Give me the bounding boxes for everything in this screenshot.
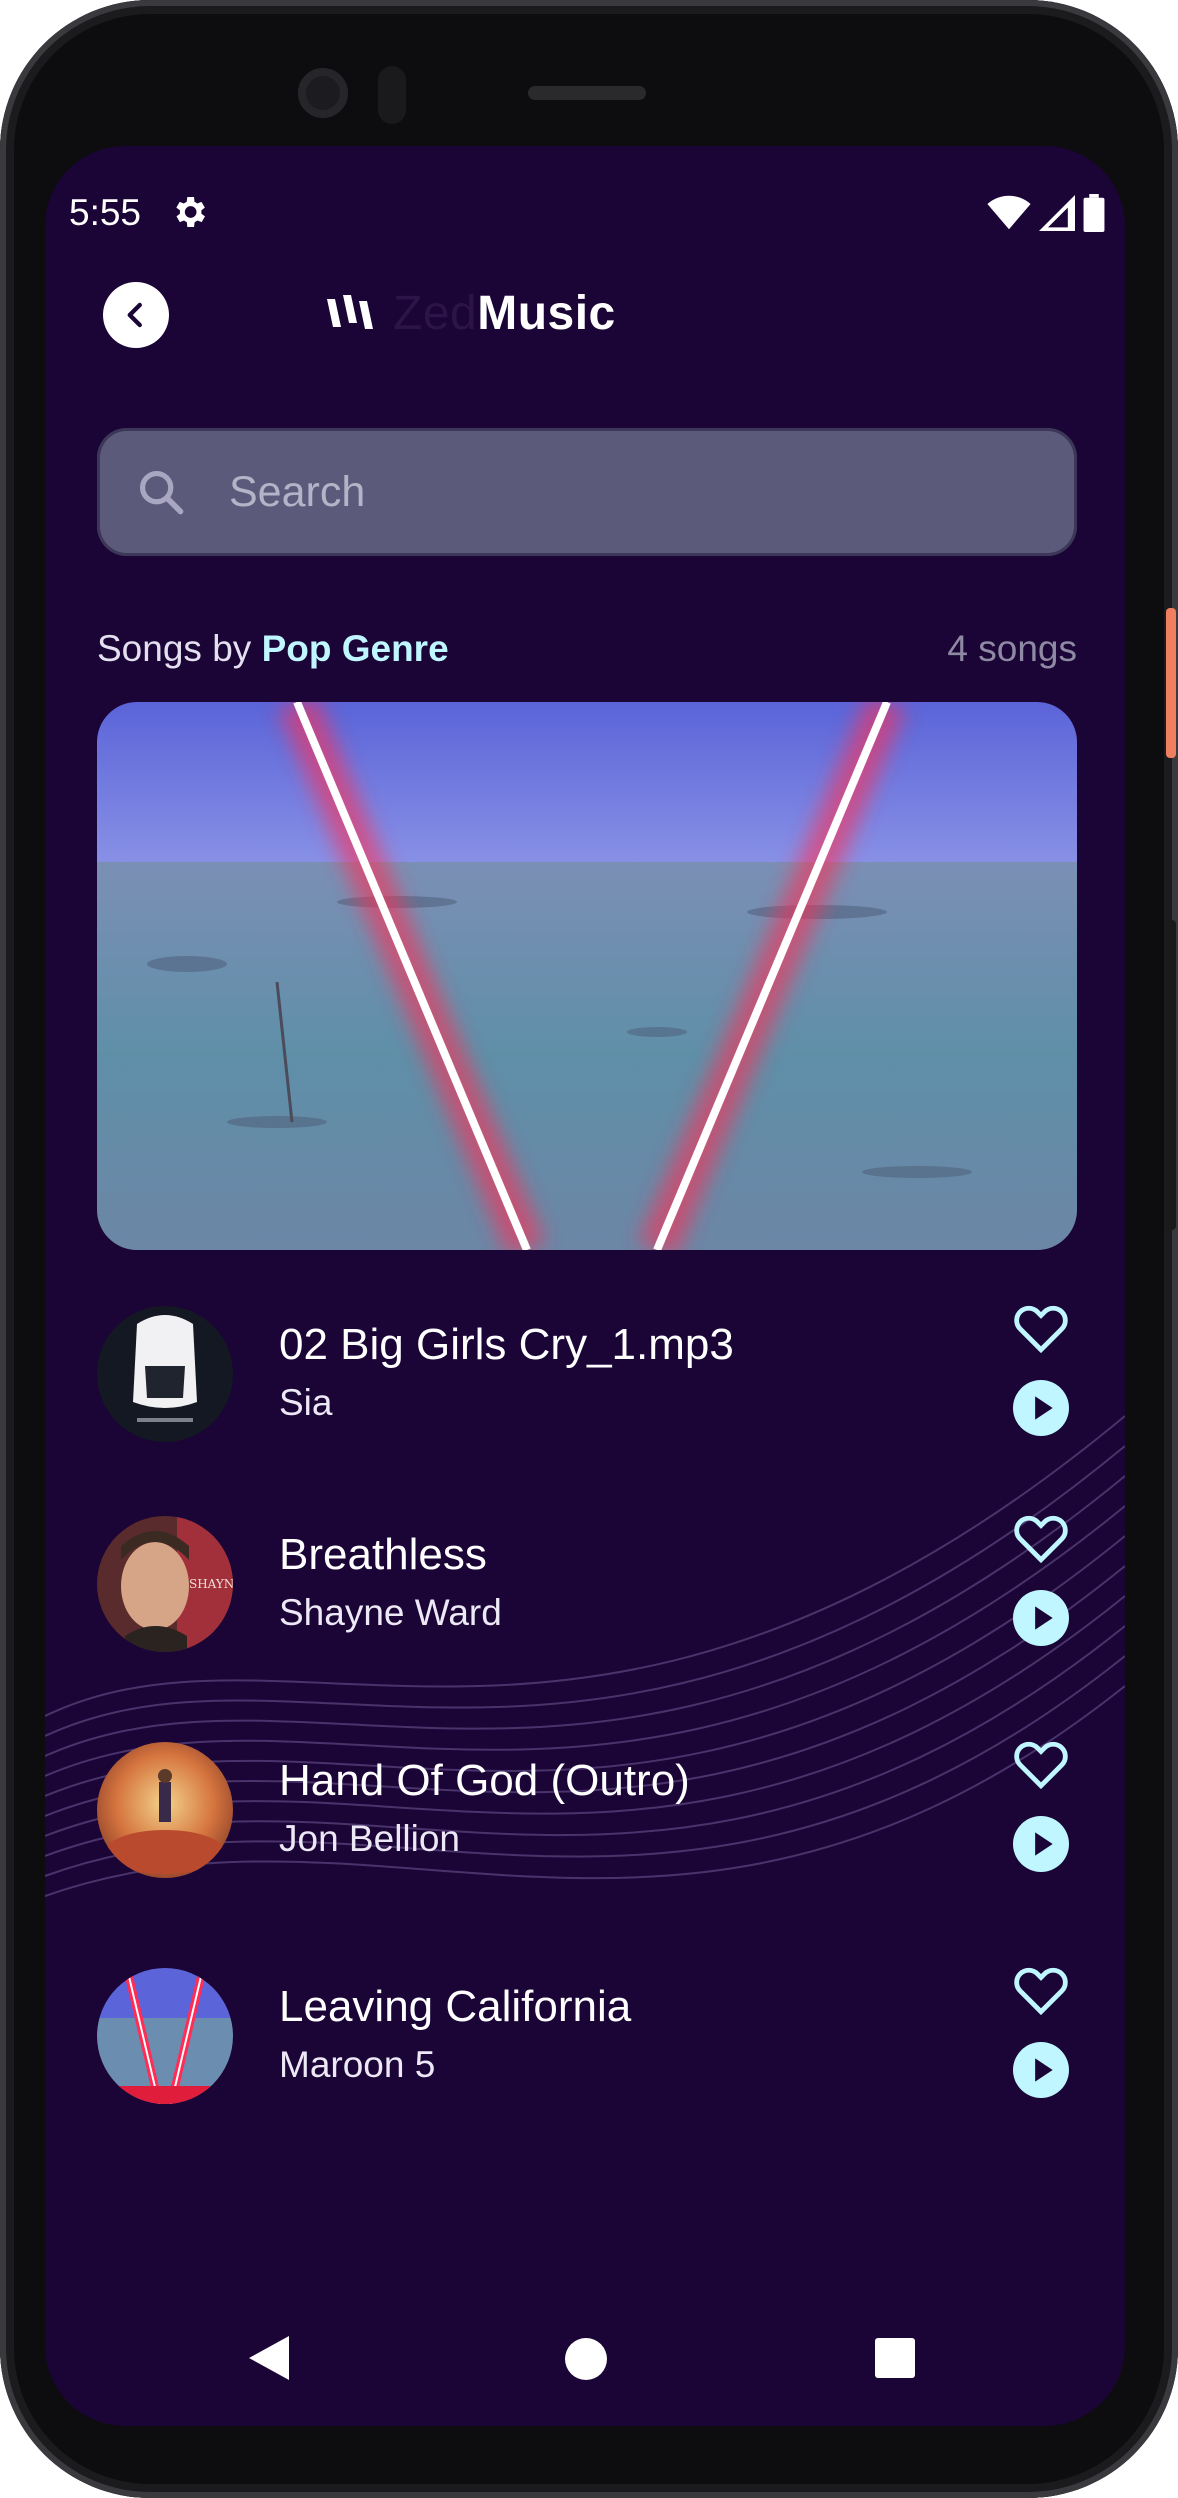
album-art-banner	[97, 702, 1077, 1250]
recents-square-icon[interactable]	[875, 2338, 915, 2378]
song-row[interactable]: 02 Big Girls Cry_1.mp3 Sia	[97, 1305, 1077, 1476]
song-artist: Maroon 5	[279, 2044, 436, 2085]
song-title: Leaving California	[279, 1982, 632, 2031]
song-title: Breathless	[279, 1530, 487, 1579]
earpiece	[528, 86, 646, 100]
volume-button	[1166, 920, 1176, 1230]
heart-icon[interactable]	[1012, 1301, 1070, 1355]
signal-icon	[1039, 195, 1075, 231]
device-frame: 5:55 ZedMusic Search Songs by Pop Genre …	[0, 0, 1178, 2498]
logo-text-prefix: Zed	[393, 286, 478, 340]
song-title: Hand Of God (Outro)	[279, 1756, 690, 1805]
song-artist: Shayne Ward	[279, 1592, 502, 1633]
system-nav-bar	[45, 2316, 1125, 2416]
front-sensor	[378, 66, 406, 124]
home-circle-icon[interactable]	[565, 2338, 607, 2380]
chevron-left-icon	[127, 302, 142, 328]
app-logo: ZedMusic	[325, 278, 616, 348]
song-artwork	[97, 1968, 233, 2104]
song-row[interactable]: SHAYNE Breathless Shayne Ward	[97, 1515, 1077, 1686]
logo-text-suffix: Music	[477, 286, 616, 340]
heart-icon[interactable]	[1012, 1511, 1070, 1565]
logo-mark-icon	[327, 295, 373, 329]
play-icon[interactable]	[1013, 1380, 1069, 1436]
search-icon	[139, 470, 184, 515]
search-bar[interactable]	[97, 428, 1077, 556]
wifi-icon	[987, 195, 1031, 230]
song-count: 4 songs	[947, 628, 1077, 669]
app-screen: 5:55 ZedMusic Search Songs by Pop Genre …	[45, 146, 1125, 2426]
genre-banner-image[interactable]	[97, 702, 1077, 1250]
back-triangle-icon[interactable]	[249, 2336, 289, 2380]
song-title: 02 Big Girls Cry_1.mp3	[279, 1320, 734, 1369]
status-icons	[987, 194, 1105, 232]
song-artwork	[97, 1306, 233, 1442]
status-time: 5:55	[69, 192, 142, 233]
section-heading: Songs by Pop Genre	[97, 628, 449, 670]
gear-icon	[176, 197, 205, 227]
power-button	[1166, 608, 1176, 758]
back-button[interactable]	[103, 282, 169, 348]
heart-icon[interactable]	[1012, 1737, 1070, 1791]
play-icon[interactable]	[1013, 1816, 1069, 1872]
song-artist: Jon Bellion	[279, 1818, 461, 1859]
song-row[interactable]: Hand Of God (Outro) Jon Bellion	[97, 1741, 1077, 1912]
genre-name[interactable]: Pop Genre	[262, 628, 449, 669]
song-artwork	[97, 1742, 233, 1878]
svg-text:SHAYNE: SHAYNE	[189, 1577, 233, 1591]
play-icon[interactable]	[1013, 1590, 1069, 1646]
search-input[interactable]	[227, 466, 1077, 518]
status-bar: 5:55	[45, 146, 1125, 276]
song-artist: Sia	[279, 1382, 333, 1423]
play-icon[interactable]	[1013, 2042, 1069, 2098]
front-camera	[298, 68, 348, 118]
section-prefix: Songs by	[97, 628, 262, 669]
song-artwork: SHAYNE	[97, 1516, 233, 1652]
song-row[interactable]: Leaving California Maroon 5	[97, 1967, 1077, 2138]
heart-icon[interactable]	[1012, 1963, 1070, 2017]
battery-icon	[1083, 194, 1105, 232]
